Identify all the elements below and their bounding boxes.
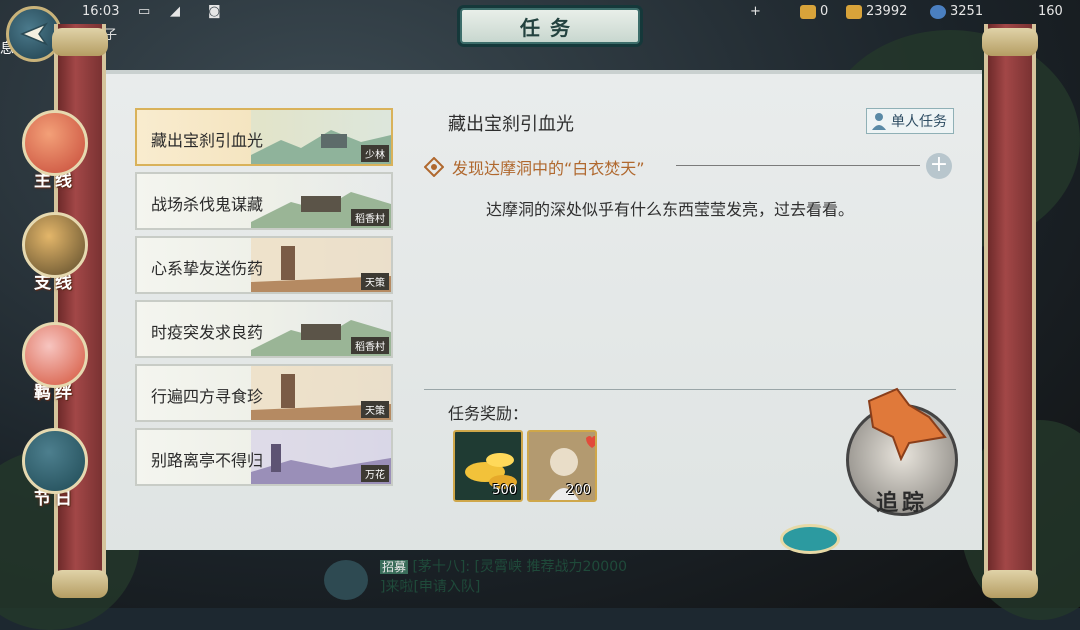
quest-item[interactable]: 时疫突发求良药 稻香村 <box>135 300 393 358</box>
chat-text: [茅十八]: [灵霄峡 推荐战力20000 <box>412 559 628 575</box>
reward-npc-favor[interactable]: 200 <box>527 430 597 502</box>
back-arrow-icon <box>20 22 49 46</box>
quest-name: 战场杀伐鬼谋藏 <box>151 195 264 214</box>
quest-item[interactable]: 藏出宝刹引血光 少林 <box>135 108 393 166</box>
clock: 16:03 <box>82 4 120 19</box>
chat-icon[interactable] <box>324 560 368 600</box>
left-roller-cap-bottom <box>52 570 108 598</box>
quest-name: 行遍四方寻食珍 <box>151 387 264 406</box>
plus-icon: + <box>750 4 761 19</box>
jade-ornament <box>780 524 840 554</box>
currency-1: 0 <box>800 4 828 19</box>
lotus-icon <box>22 322 88 388</box>
quest-location: 稻香村 <box>351 337 389 354</box>
reward-qty: 200 <box>566 483 591 498</box>
right-roller-cap-bottom <box>982 570 1038 598</box>
reward-label: 任务奖励： <box>448 404 529 423</box>
quest-name: 藏出宝刹引血光 <box>151 131 264 150</box>
camera-icon: ◙ <box>208 4 221 19</box>
wifi-icon: ◢ <box>170 4 180 19</box>
nav-side-quest[interactable]: 支线 <box>18 212 92 302</box>
quest-detail-title: 藏出宝刹引血光 <box>448 114 574 135</box>
tiger-icon <box>22 212 88 278</box>
chest-icon <box>800 4 816 19</box>
quest-location: 万花 <box>361 465 389 482</box>
gem-icon <box>930 4 946 19</box>
quest-objective: 发现达摩洞中的“白衣焚天” <box>424 155 645 179</box>
track-button[interactable]: 追踪 <box>846 387 958 516</box>
battery-icon: ▭ <box>138 4 151 19</box>
quest-item[interactable]: 别路离亭不得归 万花 <box>135 428 393 486</box>
quest-item[interactable]: 战场杀伐鬼谋藏 稻香村 <box>135 172 393 230</box>
quest-item[interactable]: 行遍四方寻食珍 天策 <box>135 364 393 422</box>
currency-2: 23992 <box>846 4 907 19</box>
expand-button[interactable]: + <box>926 153 952 179</box>
track-label: 追踪 <box>875 491 928 516</box>
nav-main-quest[interactable]: 主线 <box>18 110 92 200</box>
quest-name: 别路离亭不得归 <box>151 451 264 470</box>
dragon-icon <box>22 110 88 176</box>
quest-location: 稻香村 <box>351 209 389 226</box>
right-scroll-roller <box>984 24 1036 594</box>
nav-bond-quest[interactable]: 羁绊 <box>18 322 92 412</box>
crown-icon <box>846 4 862 19</box>
person-icon <box>872 113 886 130</box>
solo-tag-label: 单人任务 <box>891 114 947 130</box>
diamond-icon <box>424 157 444 177</box>
left-roller-cap-top <box>52 28 108 56</box>
chat-tag: 招募 <box>380 560 409 574</box>
page-title: 任务 <box>460 8 640 44</box>
chat-message[interactable]: 招募 [茅十八]: [灵霄峡 推荐战力20000 ]来啦[申请入队] <box>380 556 627 596</box>
divider <box>676 165 920 166</box>
right-roller-cap-top <box>982 28 1038 56</box>
quest-item[interactable]: 心系挚友送伤药 天策 <box>135 236 393 294</box>
quest-location: 天策 <box>361 273 389 290</box>
reward-gold-ingots[interactable]: 500 <box>453 430 523 502</box>
solo-quest-tag: 单人任务 <box>866 108 954 134</box>
currency-3: 3251 <box>930 4 983 19</box>
quest-name: 心系挚友送伤药 <box>151 259 264 278</box>
horse-icon <box>867 387 947 461</box>
objective-text: 发现达摩洞中的“白衣焚天” <box>452 159 645 178</box>
quest-description: 达摩洞的深处似乎有什么东西莹莹发亮，过去看看。 <box>486 200 855 219</box>
chat-text-2: ]来啦[申请入队] <box>380 579 481 595</box>
fish-icon <box>22 428 88 494</box>
quest-name: 时疫突发求良药 <box>151 323 264 342</box>
nav-festival-quest[interactable]: 节日 <box>18 428 92 518</box>
quest-location: 天策 <box>361 401 389 418</box>
currency-4: 160 <box>1038 4 1063 19</box>
reward-qty: 500 <box>492 483 517 498</box>
quest-location: 少林 <box>361 145 389 162</box>
